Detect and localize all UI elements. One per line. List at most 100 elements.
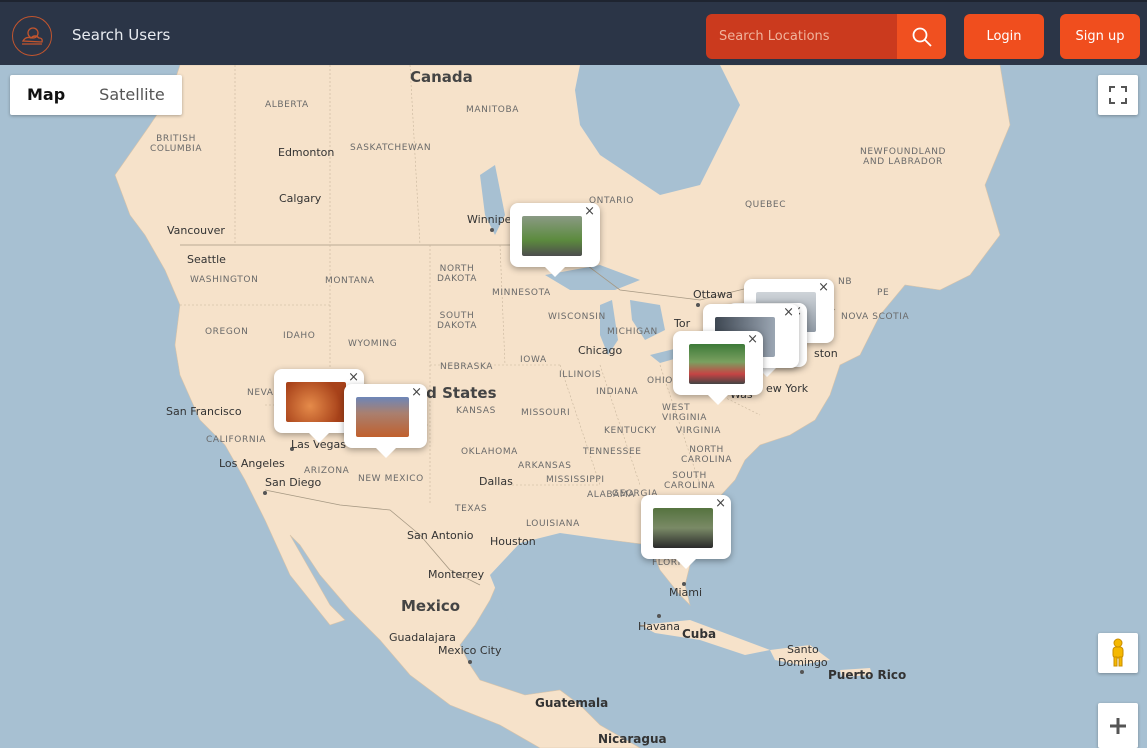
popup-utah-canyon[interactable]: ×: [344, 384, 427, 458]
label-south-carolina: SOUTH CAROLINA: [664, 471, 716, 491]
plus-icon: [1110, 717, 1126, 734]
label-mississippi: MISSISSIPPI: [546, 475, 605, 485]
photo-thumbnail[interactable]: [689, 344, 745, 384]
label-new-york: ew York: [766, 382, 809, 395]
label-south-dakota: SOUTH DAKOTA: [437, 311, 477, 331]
close-icon[interactable]: ×: [818, 281, 829, 295]
pegman-icon: [1112, 638, 1124, 667]
label-nicaragua: Nicaragua: [598, 732, 667, 746]
map-type-control: Map Satellite: [10, 75, 182, 115]
label-kansas: KANSAS: [456, 406, 496, 416]
label-miami: Miami: [669, 586, 703, 599]
label-nebraska: NEBRASKA: [440, 362, 494, 372]
label-wisconsin: WISCONSIN: [548, 312, 606, 322]
close-icon[interactable]: ×: [411, 386, 422, 400]
label-dallas: Dallas: [479, 475, 513, 488]
photo-thumbnail[interactable]: [356, 397, 409, 437]
label-arkansas: ARKANSAS: [518, 461, 572, 471]
label-ohio: OHIO: [647, 376, 673, 386]
search-button[interactable]: [897, 14, 946, 59]
label-saskatchewan: SASKATCHEWAN: [350, 143, 432, 153]
search-icon: [912, 27, 932, 47]
close-icon[interactable]: ×: [783, 306, 794, 320]
label-mexico: Mexico: [401, 597, 461, 615]
logo-icon[interactable]: [12, 16, 52, 56]
label-illinois: ILLINOIS: [559, 370, 602, 380]
label-boston: ston: [814, 347, 838, 360]
label-nevada: NEVA: [247, 388, 274, 398]
label-guadalajara: Guadalajara: [389, 631, 456, 644]
label-oregon: OREGON: [205, 327, 249, 337]
search-locations-input[interactable]: [706, 14, 897, 59]
label-north-dakota: NORTH DAKOTA: [437, 264, 477, 284]
label-michigan: MICHIGAN: [607, 327, 658, 337]
label-guatemala: Guatemala: [535, 696, 609, 710]
label-vancouver: Vancouver: [167, 224, 225, 237]
label-santo-domingo: Santo Domingo: [778, 643, 828, 669]
label-chicago: Chicago: [578, 344, 623, 357]
label-wyoming: WYOMING: [348, 339, 398, 349]
label-montana: MONTANA: [325, 276, 375, 286]
label-pe: PE: [877, 288, 890, 298]
map-type-satellite[interactable]: Satellite: [82, 75, 182, 115]
label-nb: NB: [838, 277, 853, 287]
label-havana: Havana: [638, 620, 680, 633]
fullscreen-button[interactable]: [1098, 75, 1138, 115]
label-california: CALIFORNIA: [206, 435, 267, 445]
label-minnesota: MINNESOTA: [492, 288, 551, 298]
label-manitoba: MANITOBA: [466, 105, 520, 115]
close-icon[interactable]: ×: [747, 333, 758, 347]
label-new-mexico: NEW MEXICO: [358, 474, 424, 484]
label-west-virginia: WEST VIRGINIA: [662, 403, 708, 423]
label-calgary: Calgary: [279, 192, 322, 205]
label-monterrey: Monterrey: [428, 568, 485, 581]
fullscreen-icon: [1109, 86, 1127, 104]
label-missouri: MISSOURI: [521, 408, 571, 418]
label-alberta: ALBERTA: [265, 100, 309, 110]
search-users-link[interactable]: Search Users: [72, 26, 170, 44]
label-san-diego: San Diego: [265, 476, 322, 489]
photo-thumbnail[interactable]: [286, 382, 346, 422]
north-america-land: [114, 65, 1011, 748]
label-united-states: ed States: [416, 384, 497, 402]
photo-thumbnail[interactable]: [522, 216, 582, 256]
label-cuba: Cuba: [682, 627, 717, 641]
label-washington: WASHINGTON: [190, 275, 259, 285]
label-san-francisco: San Francisco: [166, 405, 242, 418]
label-houston: Houston: [490, 535, 536, 548]
label-oklahoma: OKLAHOMA: [461, 447, 518, 457]
popup-washington[interactable]: ×: [673, 331, 763, 405]
map-canvas[interactable]: Canada ed States Mexico Cuba Guatemala N…: [0, 65, 1147, 748]
login-button[interactable]: Login: [964, 14, 1044, 59]
label-british-columbia: BRITISH COLUMBIA: [150, 134, 203, 154]
label-newfoundland: NEWFOUNDLAND AND LABRADOR: [860, 147, 947, 167]
close-icon[interactable]: ×: [584, 205, 595, 219]
label-louisiana: LOUISIANA: [526, 519, 580, 529]
label-kentucky: KENTUCKY: [604, 426, 657, 436]
map-type-map[interactable]: Map: [10, 75, 82, 115]
location-search: [706, 14, 946, 59]
label-ottawa: Ottawa: [693, 288, 733, 301]
close-icon[interactable]: ×: [715, 497, 726, 511]
popup-florida[interactable]: ×: [641, 495, 731, 569]
label-winnipeg: Winnipe: [467, 213, 512, 226]
label-virginia: VIRGINIA: [676, 426, 722, 436]
close-icon[interactable]: ×: [348, 371, 359, 385]
zoom-in-button[interactable]: [1098, 703, 1138, 748]
popup-minnesota[interactable]: ×: [510, 203, 600, 277]
signup-button[interactable]: Sign up: [1060, 14, 1140, 59]
label-nova-scotia: NOVA SCOTIA: [841, 312, 910, 322]
label-quebec: QUEBEC: [745, 200, 787, 210]
label-texas: TEXAS: [455, 504, 488, 514]
label-arizona: ARIZONA: [304, 466, 350, 476]
label-north-carolina: NORTH CAROLINA: [681, 445, 733, 465]
label-seattle: Seattle: [187, 253, 226, 266]
app: Search Users Login Sign up: [0, 0, 1147, 748]
photo-thumbnail[interactable]: [653, 508, 713, 548]
label-toronto: Tor: [674, 317, 691, 330]
label-indiana: INDIANA: [596, 387, 639, 397]
label-canada: Canada: [410, 68, 473, 86]
label-mexico-city: Mexico City: [438, 644, 502, 657]
label-edmonton: Edmonton: [278, 146, 335, 159]
street-view-button[interactable]: [1098, 633, 1138, 673]
